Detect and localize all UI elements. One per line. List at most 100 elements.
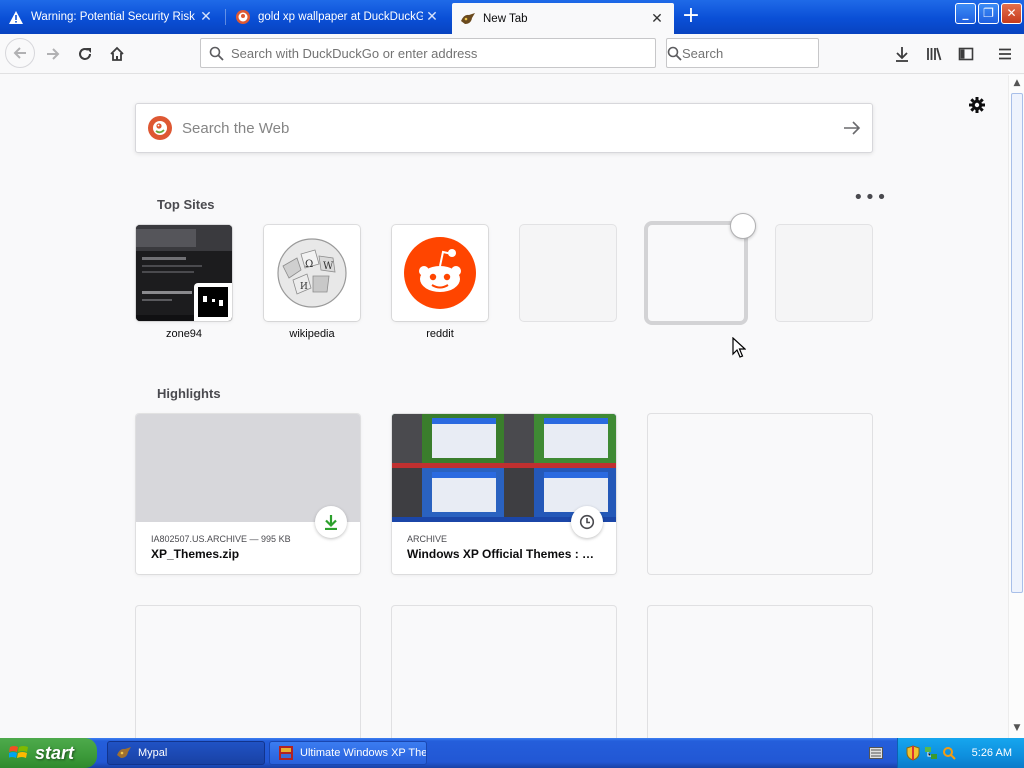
security-shield-icon[interactable] [906,745,920,761]
top-site-empty-slot[interactable] [776,225,872,321]
taskbar-button-label: Mypal [138,747,168,759]
mouse-cursor-icon [732,337,746,358]
web-search-input[interactable] [182,119,832,137]
site-favicon [194,283,232,321]
navigation-toolbar [0,34,1024,74]
duckduckgo-logo-icon [148,116,172,140]
empty-site-tile[interactable] [776,225,872,321]
empty-site-tile[interactable] [644,221,748,325]
site-tile[interactable]: Ω W И [264,225,360,321]
tab-security-warning[interactable]: Warning: Potential Security Risk Ahead ✕ [0,3,223,31]
close-tab-icon[interactable]: ✕ [197,8,215,26]
wikipedia-globe-icon: Ω W И [277,238,347,308]
search-bar[interactable] [666,38,858,68]
tab-strip: Warning: Potential Security Risk Ahead ✕… [0,0,1024,34]
reload-button[interactable] [71,40,99,68]
gear-icon [969,97,985,113]
network-icon[interactable] [924,745,938,761]
menu-button[interactable] [991,40,1019,68]
maximize-button[interactable]: ❐ [978,3,999,24]
svg-text:И: И [300,282,308,292]
web-search-box[interactable] [135,103,873,153]
start-button[interactable]: start [0,738,97,768]
start-label: start [35,742,75,763]
close-window-button[interactable]: ✕ [1001,3,1022,24]
svg-text:Ω: Ω [305,259,313,270]
site-tile[interactable] [392,225,488,321]
minimize-button[interactable]: _ [955,3,976,24]
highlight-title: Windows XP Official Themes : Microsoft :… [407,547,601,561]
warning-icon [8,9,24,25]
top-site-drag-target[interactable] [644,221,748,325]
highlight-empty-slot [648,606,872,738]
reddit-logo-icon [404,237,476,309]
search-go-arrow-icon[interactable] [832,120,872,136]
tab-title: gold xp wallpaper at DuckDuckGo [258,11,423,23]
highlight-context: ARCHIVE [407,534,448,544]
top-sites-more-options-icon[interactable]: ••• [853,189,887,209]
address-input[interactable] [231,45,655,61]
taskbar-button-label: Ultimate Windows XP Themes [300,747,427,759]
system-tray: 5:26 AM [897,738,1024,768]
close-tab-icon[interactable]: ✕ [648,10,666,28]
hamburger-menu-icon [999,48,1011,60]
address-bar[interactable] [200,38,656,68]
home-icon [110,46,124,61]
new-tab-page: Top Sites ••• zon [0,75,1008,738]
scrollbar-thumb[interactable] [1011,93,1023,593]
home-button[interactable] [103,40,131,68]
search-input[interactable] [682,45,858,61]
close-tab-icon[interactable]: ✕ [423,8,441,26]
top-sites-heading: Top Sites [157,197,215,212]
top-site-reddit[interactable]: reddit [392,225,488,340]
tab-title: New Tab [483,12,528,25]
sidebar-icon [958,47,974,61]
taskbar-button-ultimate-xp-themes[interactable]: Ultimate Windows XP Themes [269,741,427,765]
clock-icon [571,506,603,538]
scroll-down-arrow-icon[interactable]: ▼ [1011,722,1023,734]
svg-text:W: W [323,261,334,272]
new-tab-plus-icon[interactable]: + [678,4,704,30]
site-tile[interactable] [136,225,232,321]
sidebar-button[interactable] [952,40,980,68]
highlights-heading: Highlights [157,386,221,401]
library-icon [927,47,942,61]
taskbar-button-mypal[interactable]: Mypal [107,741,265,765]
top-site-empty-slot[interactable] [520,225,616,321]
highlight-empty-slot [136,606,360,738]
windows-flag-icon [9,746,28,758]
search-tray-icon[interactable] [942,745,956,761]
tab-duckduckgo-search[interactable]: gold xp wallpaper at DuckDuckGo ✕ [227,3,449,31]
tab-title: Warning: Potential Security Risk Ahead [31,11,197,23]
drag-handle[interactable] [730,213,756,239]
duckduckgo-icon [235,9,251,25]
scroll-up-arrow-icon[interactable]: ▲ [1011,77,1023,89]
highlight-empty-slot [648,414,872,574]
forward-arrow-icon [47,48,60,60]
reload-icon [79,48,91,60]
keyboard-icon[interactable] [869,747,883,759]
tab-new-tab[interactable]: New Tab ✕ [452,3,674,34]
empty-site-tile[interactable] [520,225,616,321]
windows-taskbar: start Mypal Ultimate Windows XP Themes 5… [0,738,1024,768]
tab-separator [225,9,226,25]
search-icon [667,46,682,61]
library-button[interactable] [920,40,948,68]
back-arrow-icon [13,47,26,59]
site-label: reddit [426,328,454,340]
top-site-wikipedia[interactable]: Ω W И wikipedia [264,225,360,340]
download-icon [896,47,908,62]
archive-icon [279,746,293,760]
highlight-card-xp-themes-zip[interactable]: IA802507.US.ARCHIVE — 995 KB XP_Themes.z… [136,414,360,574]
site-label: zone94 [165,328,203,340]
vertical-scrollbar[interactable]: ▲ ▼ [1008,75,1024,738]
download-icon [315,506,347,538]
search-icon [201,46,231,61]
highlight-card-windows-xp-themes[interactable]: ARCHIVE Windows XP Official Themes : Mic… [392,414,616,574]
back-button[interactable] [5,38,35,68]
forward-button[interactable] [39,40,67,68]
top-site-zone94[interactable]: zone94 [136,225,232,340]
customize-settings-button[interactable] [966,94,988,116]
new-tab-icon [460,11,476,27]
downloads-button[interactable] [888,40,916,68]
